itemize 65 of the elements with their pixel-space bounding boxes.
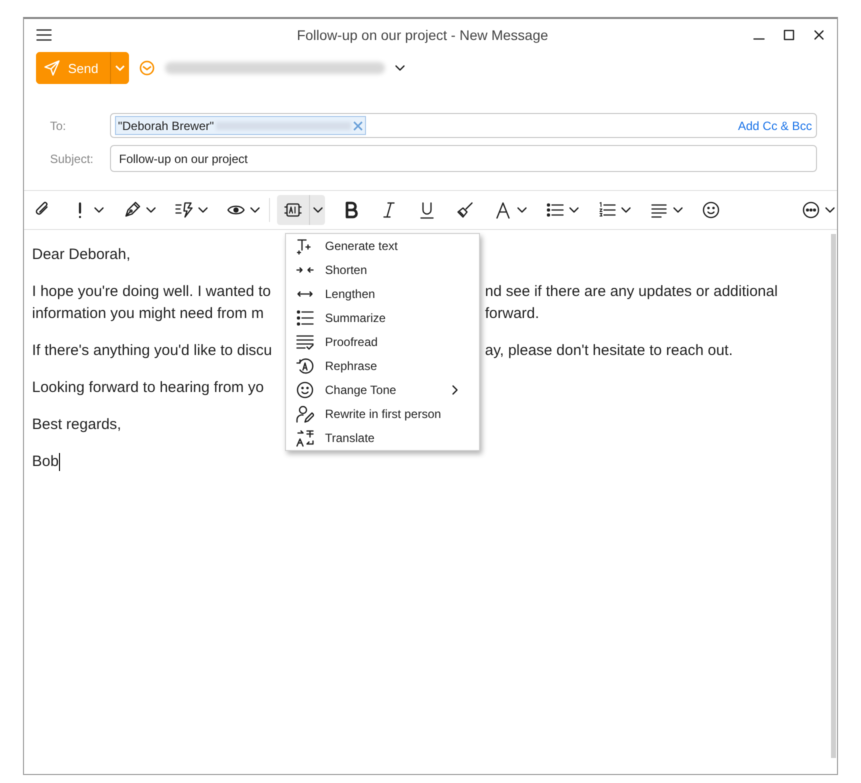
scrollbar[interactable] (831, 234, 836, 758)
smiley-icon (296, 381, 314, 399)
close-icon[interactable] (813, 29, 825, 41)
body-text: Looking forward to hearing from yo (32, 378, 264, 398)
send-options-button[interactable] (110, 52, 130, 84)
body-text: Bob (32, 452, 59, 472)
menu-item[interactable]: Shorten (286, 258, 479, 282)
chevron-down-icon[interactable] (825, 207, 835, 213)
maximize-icon[interactable] (783, 29, 795, 41)
ai-chip-icon (284, 201, 302, 219)
bullet-list-icon (296, 309, 314, 327)
menu-item[interactable]: Proofread (286, 330, 479, 354)
paper-plane-icon (44, 60, 60, 76)
chevron-down-icon[interactable] (395, 65, 406, 71)
more-options-icon (802, 201, 820, 219)
smiley-icon (702, 201, 720, 219)
chevron-down-icon[interactable] (250, 207, 260, 213)
body-text: I hope you're doing well. I wanted to (32, 282, 271, 302)
lightning-icon (175, 201, 193, 219)
circle-a-icon (296, 357, 314, 375)
subject-label: Subject: (50, 152, 94, 166)
body-text: If there's anything you'd like to discu (32, 341, 272, 361)
menu-item[interactable]: Rephrase (286, 354, 479, 378)
chevron-down-icon[interactable] (198, 207, 208, 213)
menu-item[interactable]: Summarize (286, 306, 479, 330)
body-text: Dear Deborah, (32, 245, 130, 265)
subject-field[interactable]: Follow-up on our project (110, 145, 817, 172)
translate-icon (296, 429, 314, 447)
lines-check-icon (296, 333, 314, 351)
body-text: Best regards, (32, 415, 122, 435)
bullet-list-icon (546, 201, 564, 219)
chevron-down-icon[interactable] (94, 207, 104, 213)
menu-item[interactable]: Lengthen (286, 282, 479, 306)
menu-item[interactable]: Translate (286, 426, 479, 450)
chevron-down-icon[interactable] (621, 207, 631, 213)
chevron-down-icon[interactable] (673, 207, 683, 213)
recipient-name: "Deborah Brewer" (118, 118, 214, 132)
body-text: ay, please don't hesitate to reach out. (485, 341, 733, 361)
text-cursor (58, 453, 60, 471)
add-cc-bcc-link[interactable]: Add Cc & Bcc (738, 118, 812, 132)
envelope-icon (139, 60, 156, 76)
menu-item[interactable]: Change Tone (286, 378, 479, 402)
chevron-down-icon (115, 65, 126, 71)
body-text: forward. (485, 304, 540, 324)
body-text: nd see if there are any updates or additional (485, 282, 778, 302)
numbered-list-icon (598, 201, 616, 219)
person-pencil-icon (296, 405, 314, 423)
chevron-down-icon[interactable] (146, 207, 156, 213)
underline-icon (418, 201, 436, 219)
chevron-down-icon[interactable] (569, 207, 579, 213)
exclamation-icon (78, 202, 82, 218)
to-field[interactable]: "Deborah Brewer" Add Cc & Bcc (110, 113, 817, 138)
font-icon (494, 201, 512, 219)
chevron-down-icon[interactable] (517, 207, 527, 213)
menu-item[interactable]: Rewrite in first person (286, 402, 479, 426)
paintbrush-icon (456, 201, 474, 219)
chevron-down-icon[interactable] (312, 207, 322, 213)
body-text: information you might need from m (32, 304, 264, 324)
window-title: Follow-up on our project - New Message (296, 27, 550, 43)
pen-nib-icon (123, 201, 141, 219)
to-label: To: (50, 118, 68, 132)
menu-icon[interactable] (36, 29, 52, 41)
chevron-right-icon (452, 385, 458, 395)
menu-item[interactable]: Generate text (286, 234, 479, 258)
ai-tools-button[interactable] (277, 195, 325, 225)
